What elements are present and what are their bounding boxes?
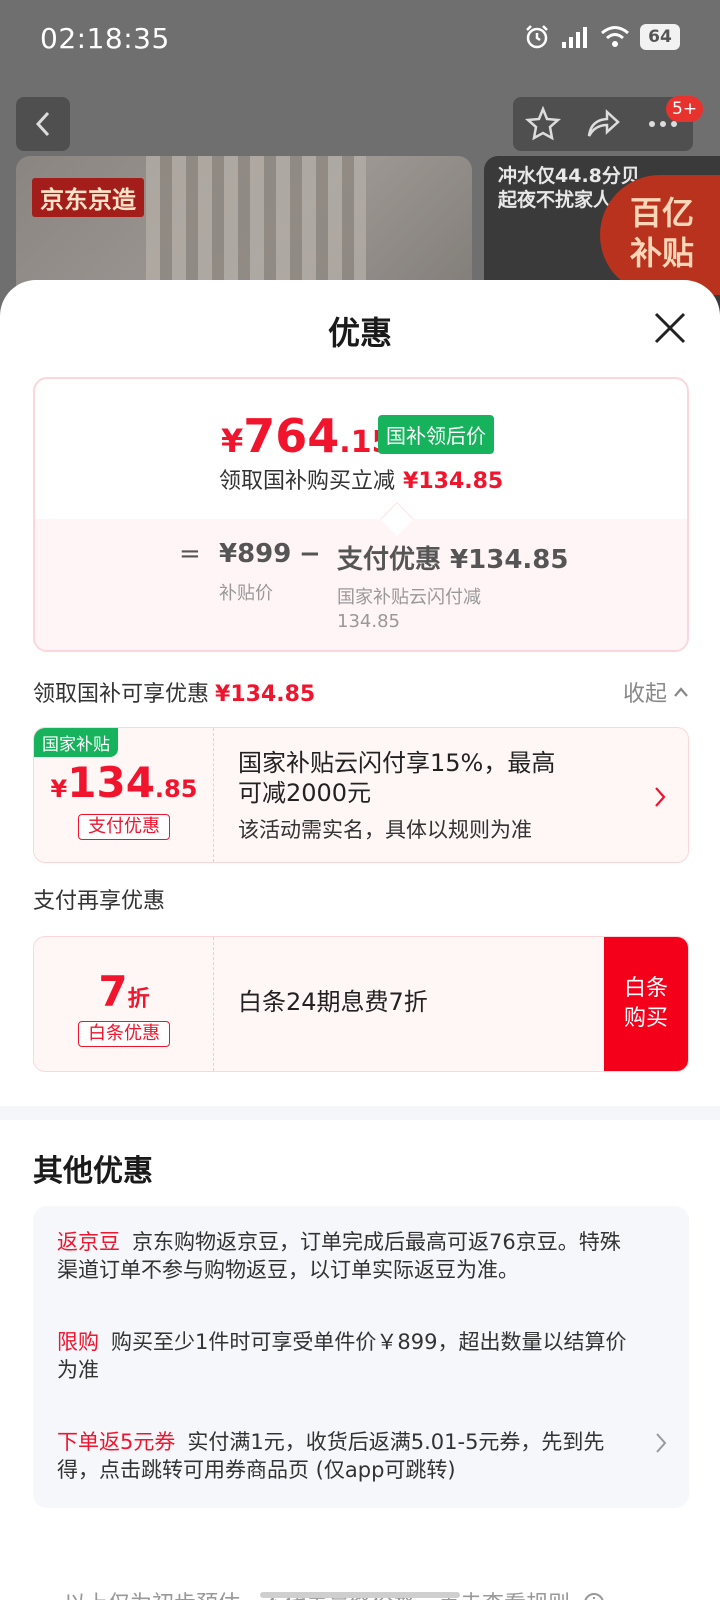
discount-label: 国家补贴云闪付减 134.85 <box>337 587 481 632</box>
baitiao-tag: 白条优惠 <box>78 1021 170 1047</box>
coupon-description: 国家补贴云闪付享15%，最高 可减2000元 <box>238 749 556 807</box>
price-summary-card: ¥764.15 国补领后价 领取国补购买立减 ¥134.85 = ¥899 补贴价… <box>33 377 689 652</box>
discount-block: 支付优惠 ¥134.85 国家补贴云闪付减 134.85 <box>337 539 569 634</box>
back-button[interactable] <box>16 97 70 151</box>
baitiao-description: 白条24期息费7折 <box>238 988 428 1016</box>
share-icon[interactable] <box>585 106 621 142</box>
coupon-corner-tag: 国家补贴 <box>34 728 118 757</box>
base-price-block: ¥899 补贴价 <box>219 539 291 605</box>
final-price: ¥764.15 <box>221 409 392 463</box>
close-icon[interactable] <box>650 308 690 348</box>
status-icons: 64 <box>524 24 680 50</box>
baitiao-discount: 7折 <box>34 967 214 1016</box>
section-divider <box>0 1106 720 1120</box>
notification-badge: 5+ <box>666 96 704 122</box>
coupon-amount: ¥134.85 <box>34 758 214 807</box>
coupon-type-tag: 支付优惠 <box>78 814 170 840</box>
coupon-currency: ¥ <box>50 775 68 803</box>
chevron-left-icon <box>35 111 50 137</box>
alarm-icon <box>526 25 548 49</box>
gov-subsidy-amount: ¥134.85 <box>215 682 316 707</box>
other-offers-title: 其他优惠 <box>33 1154 153 1189</box>
other-offer-item: 限购 购买至少1件时可享受单件价￥899，超出数量以结算价为准 <box>57 1328 637 1384</box>
offer-text: 购买至少1件时可享受单件价￥899，超出数量以结算价为准 <box>57 1330 627 1382</box>
subsidy-line: 领取国补购买立减 ¥134.85 <box>219 463 503 495</box>
home-indicator[interactable] <box>260 1592 460 1598</box>
discount-sheet: 优惠 ¥764.15 国补领后价 领取国补购买立减 ¥134.85 = ¥899 … <box>0 280 720 1600</box>
favorite-star-icon[interactable] <box>525 106 561 142</box>
gov-subsidy-label: 领取国补可享优惠 <box>33 682 210 707</box>
wifi-icon <box>601 26 629 47</box>
offer-key: 返京豆 <box>57 1230 120 1254</box>
base-price-label: 补贴价 <box>219 583 273 604</box>
offer-key: 限购 <box>57 1330 99 1354</box>
coupon-amount-dec: .85 <box>154 775 198 803</box>
currency-symbol: ¥ <box>221 422 244 460</box>
chevron-right-icon <box>656 1433 667 1453</box>
chevron-right-icon <box>655 787 666 807</box>
subsidy-amount: ¥134.85 <box>403 469 504 494</box>
other-offer-item-link[interactable]: 下单返5元券 实付满1元，收货后返满5.01-5元券，先到先得，点击跳转可用券商品… <box>57 1428 637 1484</box>
sheet-title: 优惠 <box>327 314 392 352</box>
brand-tag: 京东京造 <box>32 178 144 217</box>
offer-key: 下单返5元券 <box>57 1430 176 1454</box>
chevron-up-icon <box>674 687 688 697</box>
subsidy-badge: 百亿 补贴 <box>600 175 720 295</box>
collapse-button[interactable]: 收起 <box>623 676 689 708</box>
baitiao-coupon[interactable]: 7折 白条优惠 白条24期息费7折 白条 购买 <box>33 936 689 1072</box>
status-bar: 02:18:35 64 <box>0 0 720 80</box>
base-price: ¥899 <box>219 539 292 569</box>
minus-sign: − <box>299 539 321 569</box>
gov-subsidy-row: 领取国补可享优惠 ¥134.85 收起 <box>33 676 689 708</box>
other-offer-item: 返京豆 京东购物返京豆，订单完成后最高可返76京豆。特殊渠道订单不参与购物返豆，以… <box>57 1228 637 1284</box>
signal-icon <box>562 27 587 48</box>
baitiao-discount-unit: 折 <box>127 987 150 1012</box>
price-tag: 国补领后价 <box>378 415 494 454</box>
coupon-amount-int: 134 <box>67 758 155 807</box>
info-icon <box>584 1593 604 1600</box>
baitiao-buy-button[interactable]: 白条 购买 <box>604 937 688 1071</box>
price-integer: 764 <box>243 409 340 463</box>
collapse-label: 收起 <box>622 682 667 707</box>
baitiao-discount-num: 7 <box>98 967 128 1016</box>
discount-amount: 支付优惠 ¥134.85 <box>337 545 569 575</box>
status-time: 02:18:35 <box>40 22 170 55</box>
coupon-note: 该活动需实名，具体以规则为准 <box>238 818 532 842</box>
subsidy-label: 领取国补购买立减 <box>219 469 396 494</box>
equals-sign: = <box>179 539 201 569</box>
offer-text: 京东购物返京豆，订单完成后最高可返76京豆。特殊渠道订单不参与购物返豆，以订单实… <box>57 1230 621 1282</box>
pay-section-label: 支付再享优惠 <box>33 889 166 914</box>
other-offers-box: 返京豆 京东购物返京豆，订单完成后最高可返76京豆。特殊渠道订单不参与购物返豆，以… <box>33 1206 689 1508</box>
gov-subsidy-coupon[interactable]: 国家补贴 ¥134.85 支付优惠 国家补贴云闪付享15%，最高 可减2000元… <box>33 727 689 863</box>
battery-indicator: 64 <box>640 24 680 50</box>
